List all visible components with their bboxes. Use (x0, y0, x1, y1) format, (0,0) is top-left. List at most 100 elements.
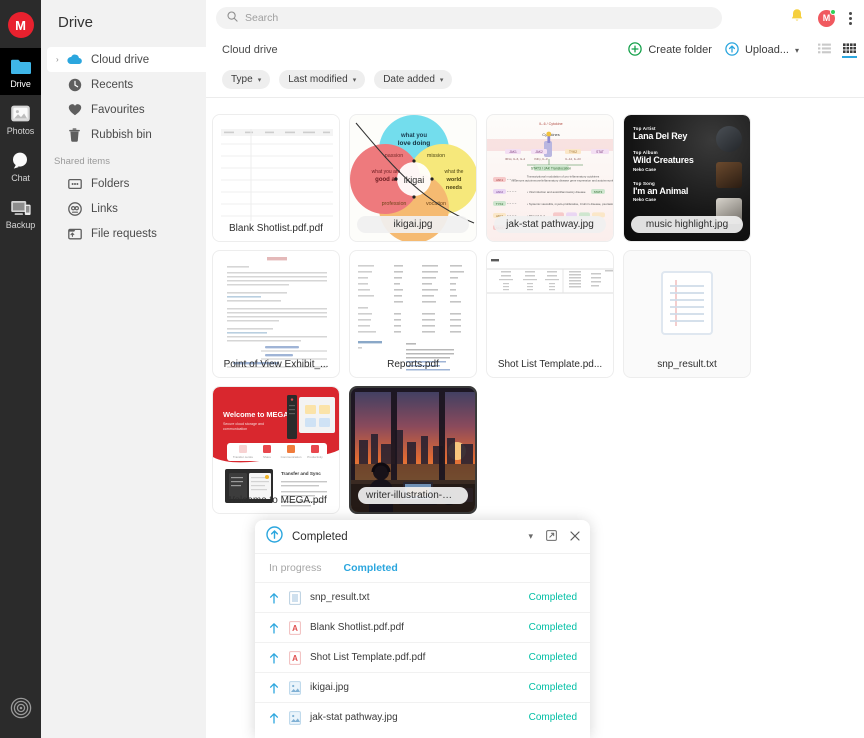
file-card[interactable]: Point of View Exhibit_... (212, 250, 340, 378)
svg-text:vocation: vocation (426, 201, 446, 207)
heart-icon (67, 102, 82, 117)
search-input[interactable]: Search (216, 7, 722, 29)
page-title: Drive (58, 14, 94, 31)
svg-text:passion: passion (385, 153, 404, 159)
transfer-file-name: jak-stat pathway.jpg (310, 712, 398, 723)
chevron-down-icon: ▾ (439, 76, 444, 84)
file-card[interactable]: ikigai what you love doing what you are … (349, 114, 477, 242)
transfer-file-name: snp_result.txt (310, 592, 370, 603)
upload-button[interactable]: Upload... ▾ (725, 41, 799, 59)
file-card[interactable]: Top Artist Lana Del Rey Top Album Wild C… (623, 114, 751, 242)
filter-type-label: Type (231, 74, 253, 85)
rail-item-drive[interactable]: Drive (0, 48, 41, 95)
svg-text:IL-12, IL-23: IL-12, IL-23 (565, 157, 581, 161)
online-status-dot (830, 8, 836, 15)
file-card-selected[interactable]: writer-illustration-mid... (349, 386, 477, 514)
chevron-down-icon: ▾ (257, 76, 262, 84)
view-toggles (818, 42, 857, 58)
filter-type[interactable]: Type ▾ (222, 70, 271, 89)
filter-last-modified[interactable]: Last modified ▾ (279, 70, 366, 89)
svg-text:world: world (446, 177, 462, 183)
transfer-file-name: ikigai.jpg (310, 682, 349, 693)
bell-icon[interactable] (790, 8, 804, 28)
avatar[interactable]: M (818, 8, 836, 27)
svg-text:A: A (292, 654, 298, 663)
rail-item-photos[interactable]: Photos (0, 95, 41, 142)
album-artwork (716, 162, 742, 188)
chevron-right-icon[interactable]: › (56, 55, 59, 64)
file-name: snp_result.txt (657, 359, 717, 370)
kebab-menu-icon[interactable] (849, 11, 852, 25)
rail-item-backup[interactable]: Backup (0, 189, 41, 236)
transfer-row[interactable]: ikigai.jpg Completed (255, 672, 590, 702)
svg-text:• Viral infection and autoinfl: • Viral infection and autoinflammatory d… (527, 190, 586, 194)
chevron-down-icon[interactable]: ▾ (528, 531, 533, 542)
content-actions: Create folder Upload... ▾ (628, 41, 857, 59)
avatar-letter: M (822, 13, 831, 23)
close-icon[interactable] (570, 528, 580, 546)
file-card[interactable]: Shot List Template.pd... (486, 250, 614, 378)
sidebar-item-cloud-drive[interactable]: › Cloud drive (47, 47, 206, 72)
chevron-down-icon[interactable]: ▾ (795, 46, 799, 55)
sidebar-item-recents[interactable]: Recents (41, 72, 206, 97)
svg-text:STAT: STAT (596, 150, 604, 154)
sidebar-label-links: Links (91, 202, 118, 215)
breadcrumb[interactable]: Cloud drive (222, 44, 278, 56)
filter-last-modified-label: Last modified (288, 74, 348, 85)
file-card[interactable]: snp_result.txt (623, 250, 751, 378)
svg-text:Communication: Communication (281, 455, 302, 459)
svg-text:A: A (292, 624, 298, 633)
sidebar-section-shared-items: Shared items (54, 156, 110, 167)
rail-item-chat[interactable]: Chat (0, 142, 41, 189)
file-card[interactable]: Welcome to MEGA Secure cloud storage and… (212, 386, 340, 514)
transfer-status: Completed (528, 712, 577, 723)
svg-text:JAK1: JAK1 (496, 178, 504, 182)
image-file-icon (285, 680, 305, 695)
filter-date-added[interactable]: Date added ▾ (374, 70, 453, 89)
upload-arrow-icon (269, 592, 285, 604)
sidebar-item-links[interactable]: Links (41, 196, 206, 221)
file-card[interactable]: Reports.pdf (349, 250, 477, 378)
sidebar-item-file-requests[interactable]: File requests (41, 221, 206, 246)
svg-text:• Systemic vasculitis, myelo-p: • Systemic vasculitis, myelo-proliferati… (527, 202, 613, 206)
svg-text:Welcome to MEGA: Welcome to MEGA (223, 410, 289, 419)
popout-icon[interactable] (546, 528, 557, 546)
transfer-panel-header: Completed ▾ (255, 520, 590, 554)
mega-logo[interactable]: M (7, 12, 34, 38)
sidebar-label-folders: Folders (91, 177, 130, 190)
file-name: ikigai.jpg (357, 216, 469, 233)
tab-in-progress[interactable]: In progress (269, 562, 322, 574)
svg-text:Transfer centre: Transfer centre (233, 455, 254, 459)
list-view-button[interactable] (818, 43, 831, 58)
transfer-row[interactable]: jak-stat pathway.jpg Completed (255, 702, 590, 732)
svg-text:JAK1: JAK1 (509, 150, 517, 154)
svg-text:Transfer and Sync: Transfer and Sync (281, 471, 321, 476)
file-card[interactable]: IL-6 / Cytokine Cytokines STAT3 / JAK Tr… (486, 114, 614, 242)
sidebar-item-folders[interactable]: Folders (41, 171, 206, 196)
sidebar-item-favourites[interactable]: Favourites (41, 97, 206, 122)
rail-footer (0, 697, 41, 724)
create-folder-label: Create folder (648, 44, 712, 56)
file-name: music highlight.jpg (631, 216, 743, 233)
transfer-row[interactable]: snp_result.txt Completed (255, 582, 590, 612)
breadcrumb-row: Cloud drive Create folder Upload... ▾ (206, 36, 864, 64)
chevron-down-icon: ▾ (352, 76, 357, 84)
create-folder-button[interactable]: Create folder (628, 41, 712, 59)
upload-circle-icon (725, 41, 739, 59)
svg-text:love doing: love doing (398, 140, 431, 147)
svg-text:ikigai: ikigai (404, 175, 425, 185)
transfer-row[interactable]: A Blank Shotlist.pdf.pdf Completed (255, 612, 590, 642)
app-rail: M Drive Photos Chat Backup (0, 0, 41, 738)
sidebar: Drive › Cloud drive Recents Favourites R… (41, 0, 206, 738)
search-placeholder: Search (245, 12, 279, 24)
transfer-row[interactable]: A Shot List Template.pdf.pdf Completed (255, 642, 590, 672)
sidebar-item-rubbish-bin[interactable]: Rubbish bin (41, 122, 206, 147)
svg-text:needs: needs (446, 185, 462, 191)
tab-completed[interactable]: Completed (344, 562, 398, 574)
file-card[interactable]: Blank Shotlist.pdf.pdf (212, 114, 340, 242)
file-name: Shot List Template.pd... (497, 359, 603, 370)
settings-logo-icon[interactable] (10, 697, 32, 724)
grid-view-button[interactable] (842, 42, 857, 58)
sidebar-label-recents: Recents (91, 78, 134, 91)
svg-text:what you are: what you are (372, 169, 401, 175)
